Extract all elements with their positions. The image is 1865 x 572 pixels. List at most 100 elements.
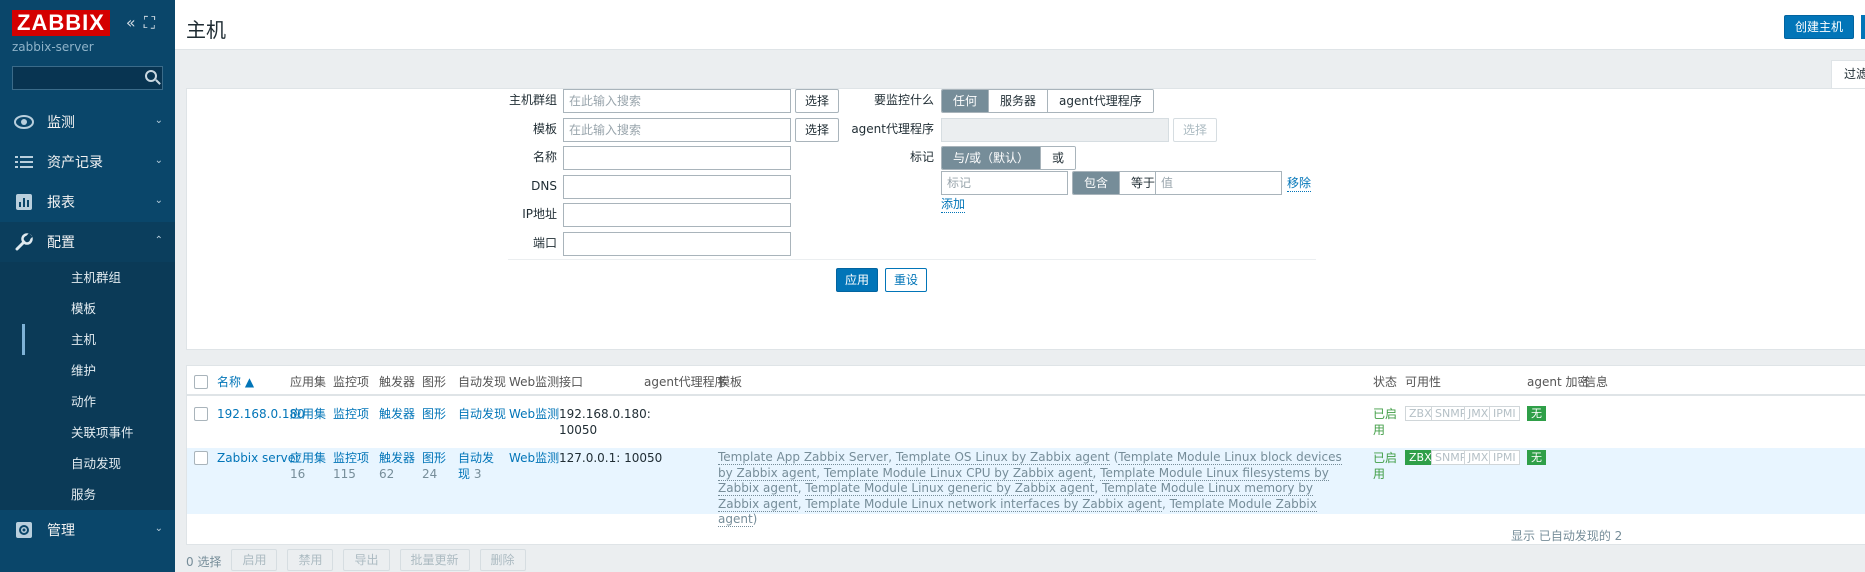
availability-ipmi-badge: IPMI xyxy=(1489,450,1520,465)
template-link[interactable]: Template App Zabbix Server xyxy=(718,450,889,465)
zabbix-logo[interactable]: ZABBIX xyxy=(12,10,110,36)
menu-label: 监测 xyxy=(47,115,75,131)
double-chevron-left-icon[interactable]: « xyxy=(126,13,136,33)
sidebar-search-input[interactable] xyxy=(12,66,163,90)
tags-mode-and-or[interactable]: 与/或（默认） xyxy=(942,147,1042,169)
select-all-checkbox[interactable] xyxy=(194,375,208,389)
tag-name-input[interactable]: 标记 xyxy=(941,171,1068,195)
submenu-item-hosts[interactable]: 主机 xyxy=(22,324,175,355)
create-host-button[interactable]: 创建主机 xyxy=(1784,15,1855,39)
discovery-link[interactable]: 自动发现 xyxy=(458,406,506,422)
mass-update-button: 批量更新 xyxy=(399,549,470,571)
table-footer-note: 显示 已自动发现的 2 xyxy=(1511,529,1623,543)
discovery-cell: 自动发现 3 xyxy=(458,450,502,482)
submenu-item-host-groups[interactable]: 主机群组 xyxy=(22,262,175,293)
template-link[interactable]: Template Module Linux network interfaces… xyxy=(805,496,1162,512)
main-content: 主机 创建主机 过滤器 主机群组 在此输入搜索 选择 模板 在此输入搜索 选择 … xyxy=(175,0,1865,572)
column-info: 信息 xyxy=(1584,375,1609,389)
template-link[interactable]: Template OS Linux by Zabbix agent xyxy=(895,450,1110,465)
tag-remove-link[interactable]: 移除 xyxy=(1287,175,1312,192)
server-name: zabbix-server xyxy=(12,40,94,54)
web-link[interactable]: Web监测 xyxy=(509,450,559,466)
menu-label: 资产记录 xyxy=(47,155,103,171)
name-input[interactable] xyxy=(563,146,791,170)
interface-value: 127.0.0.1: 10050 xyxy=(559,451,663,465)
dns-input[interactable] xyxy=(563,175,791,199)
tag-add-link[interactable]: 添加 xyxy=(941,196,966,213)
status-enabled-link[interactable]: 已启用 xyxy=(1373,406,1397,438)
graphs-link[interactable]: 图形 xyxy=(422,451,446,465)
submenu-item-discovery[interactable]: 自动发现 xyxy=(22,448,175,479)
tags-mode-toggle: 与/或（默认） 或 xyxy=(941,146,1077,170)
discovery-count: 3 xyxy=(473,467,482,481)
column-applications: 应用集 xyxy=(290,375,327,389)
column-discovery: 自动发现 xyxy=(458,375,507,389)
main-menu: 监测 ⌄ 资产记录 ⌄ 报表 ⌄ 配置 ⌃ 主机群组 模板 主机 维护 动作 关… xyxy=(0,102,175,550)
status-enabled-link[interactable]: 已启用 xyxy=(1373,450,1397,482)
list-icon xyxy=(13,153,35,171)
mass-action-bar: 0 选择 启用 禁用 导出 批量更新 删除 xyxy=(186,549,526,571)
applications-link[interactable]: 应用集 xyxy=(290,451,326,465)
monitored-by-server[interactable]: 服务器 xyxy=(989,90,1049,112)
items-link[interactable]: 监控项 xyxy=(333,406,369,422)
configuration-submenu: 主机群组 模板 主机 维护 动作 关联项事件 自动发现 服务 xyxy=(0,262,175,510)
web-link[interactable]: Web监测 xyxy=(509,406,559,422)
menu-item-reports[interactable]: 报表 ⌄ xyxy=(0,182,175,222)
availability-ipmi-badge: IPMI xyxy=(1489,406,1520,421)
host-name-link[interactable]: Zabbix server xyxy=(217,450,300,466)
items-link[interactable]: 监控项 xyxy=(333,451,369,465)
port-label: 端口 xyxy=(532,236,557,250)
menu-item-configuration[interactable]: 配置 ⌃ xyxy=(0,222,175,262)
submenu-item-services[interactable]: 服务 xyxy=(22,479,175,510)
triggers-link[interactable]: 触发器 xyxy=(379,451,415,465)
logo-row: ZABBIX « ⛶ xyxy=(0,0,175,38)
eye-icon xyxy=(13,113,35,131)
menu-item-administration[interactable]: 管理 ⌄ xyxy=(0,510,175,550)
kiosk-icon[interactable]: ⛶ xyxy=(144,13,155,33)
monitored-by-proxy[interactable]: agent代理程序 xyxy=(1048,90,1153,112)
menu-item-inventory[interactable]: 资产记录 ⌄ xyxy=(0,142,175,182)
submenu-item-templates[interactable]: 模板 xyxy=(22,293,175,324)
host-group-label: 主机群组 xyxy=(508,93,557,107)
column-proxy: agent代理程序 xyxy=(644,375,727,389)
template-link[interactable]: Template Module Linux generic by Zabbix … xyxy=(805,481,1095,496)
reset-button[interactable]: 重设 xyxy=(885,268,927,292)
ip-input[interactable] xyxy=(563,203,791,227)
header-divider xyxy=(187,394,1865,396)
tag-operator-contains[interactable]: 包含 xyxy=(1073,172,1121,194)
template-input[interactable]: 在此输入搜索 xyxy=(563,118,791,142)
filter-tab[interactable]: 过滤器 xyxy=(1831,60,1865,88)
tag-value-input[interactable]: 值 xyxy=(1155,171,1282,195)
monitored-by-any[interactable]: 任何 xyxy=(942,90,990,112)
row-checkbox[interactable] xyxy=(194,451,208,465)
submenu-item-event-correlation[interactable]: 关联项事件 xyxy=(22,417,175,448)
template-label: 模板 xyxy=(532,122,557,136)
tags-label: 标记 xyxy=(909,150,934,164)
apply-button[interactable]: 应用 xyxy=(836,268,878,292)
page-title: 主机 xyxy=(186,18,226,42)
port-input[interactable] xyxy=(563,232,791,256)
graphs-link[interactable]: 图形 xyxy=(422,406,446,422)
column-graphs: 图形 xyxy=(422,375,447,389)
search-icon[interactable] xyxy=(145,70,157,82)
submenu-item-actions[interactable]: 动作 xyxy=(22,386,175,417)
menu-item-monitoring[interactable]: 监测 ⌄ xyxy=(0,102,175,142)
proxy-select-button: 选择 xyxy=(1173,118,1218,142)
triggers-count: 62 xyxy=(379,467,395,481)
template-link[interactable]: Template Module Linux CPU by Zabbix agen… xyxy=(823,465,1093,481)
submenu-item-maintenance[interactable]: 维护 xyxy=(22,355,175,386)
tags-mode-or[interactable]: 或 xyxy=(1041,147,1076,169)
header-menu-button[interactable] xyxy=(1861,15,1865,39)
triggers-link[interactable]: 触发器 xyxy=(379,406,415,422)
encryption-none-badge: 无 xyxy=(1527,406,1546,421)
graphs-count: 24 xyxy=(422,467,438,481)
chevron-down-icon: ⌄ xyxy=(154,115,163,126)
row-checkbox[interactable] xyxy=(194,407,208,421)
mass-delete-button: 删除 xyxy=(479,549,526,571)
column-name[interactable]: 名称 ▲ xyxy=(217,374,254,390)
items-count: 115 xyxy=(333,467,356,481)
sidebar: ZABBIX « ⛶ zabbix-server 监测 ⌄ 资产记录 ⌄ 报表 … xyxy=(0,0,175,572)
applications-link[interactable]: 应用集 xyxy=(290,406,326,422)
host-group-input[interactable]: 在此输入搜索 xyxy=(563,89,791,113)
encryption-none-badge: 无 xyxy=(1527,450,1546,465)
